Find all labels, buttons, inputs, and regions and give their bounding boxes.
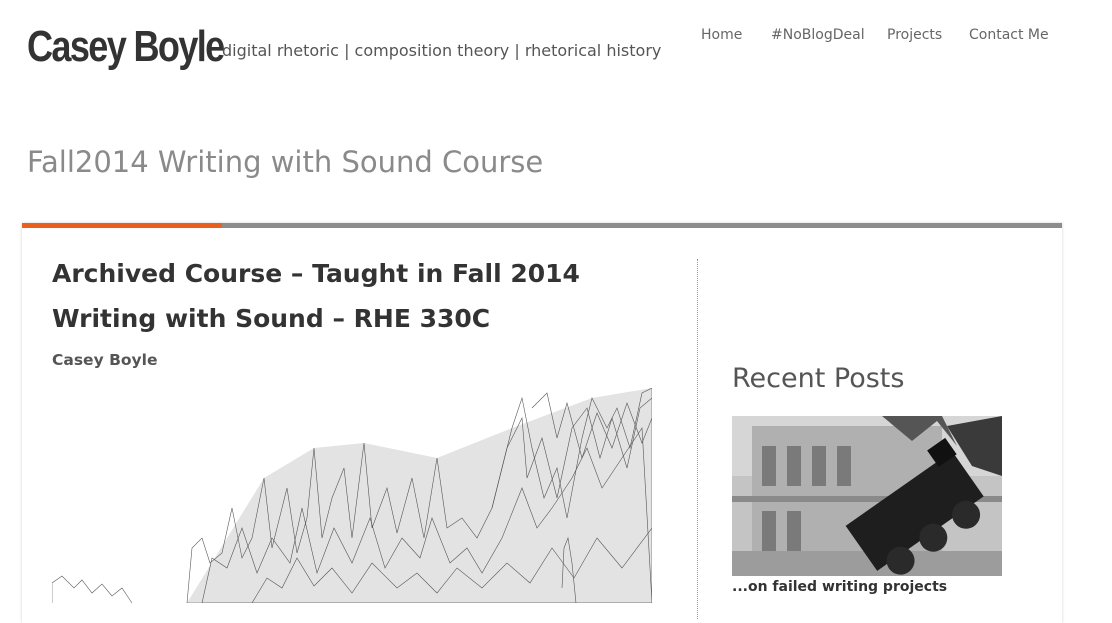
recent-post-thumbnail[interactable] [732,416,1002,576]
recent-post-link[interactable]: ...on failed writing projects [732,579,947,595]
recent-posts-title: Recent Posts [732,363,905,394]
post-heading-line1: Archived Course – Taught in Fall 2014 [52,259,580,288]
nav-item-noblogdeal[interactable]: #NoBlogDeal [771,27,865,43]
content-panel: Archived Course – Taught in Fall 2014 Wr… [22,223,1062,623]
sound-waveform-art-image [52,388,652,603]
column-divider [697,259,698,619]
page-title: Fall2014 Writing with Sound Course [27,145,544,179]
site-tagline: digital rhetoric | composition theory | … [222,41,662,60]
post-heading-line2: Writing with Sound – RHE 330C [52,304,491,333]
nav-item-projects[interactable]: Projects [887,27,942,43]
nav-item-home[interactable]: Home [701,27,742,43]
nav-item-contact-me[interactable]: Contact Me [969,27,1049,43]
site-title[interactable]: Casey Boyle [27,22,225,72]
train-wreck-photo [732,416,1002,576]
panel-accent-bar [22,223,222,228]
post-author: Casey Boyle [52,351,158,369]
